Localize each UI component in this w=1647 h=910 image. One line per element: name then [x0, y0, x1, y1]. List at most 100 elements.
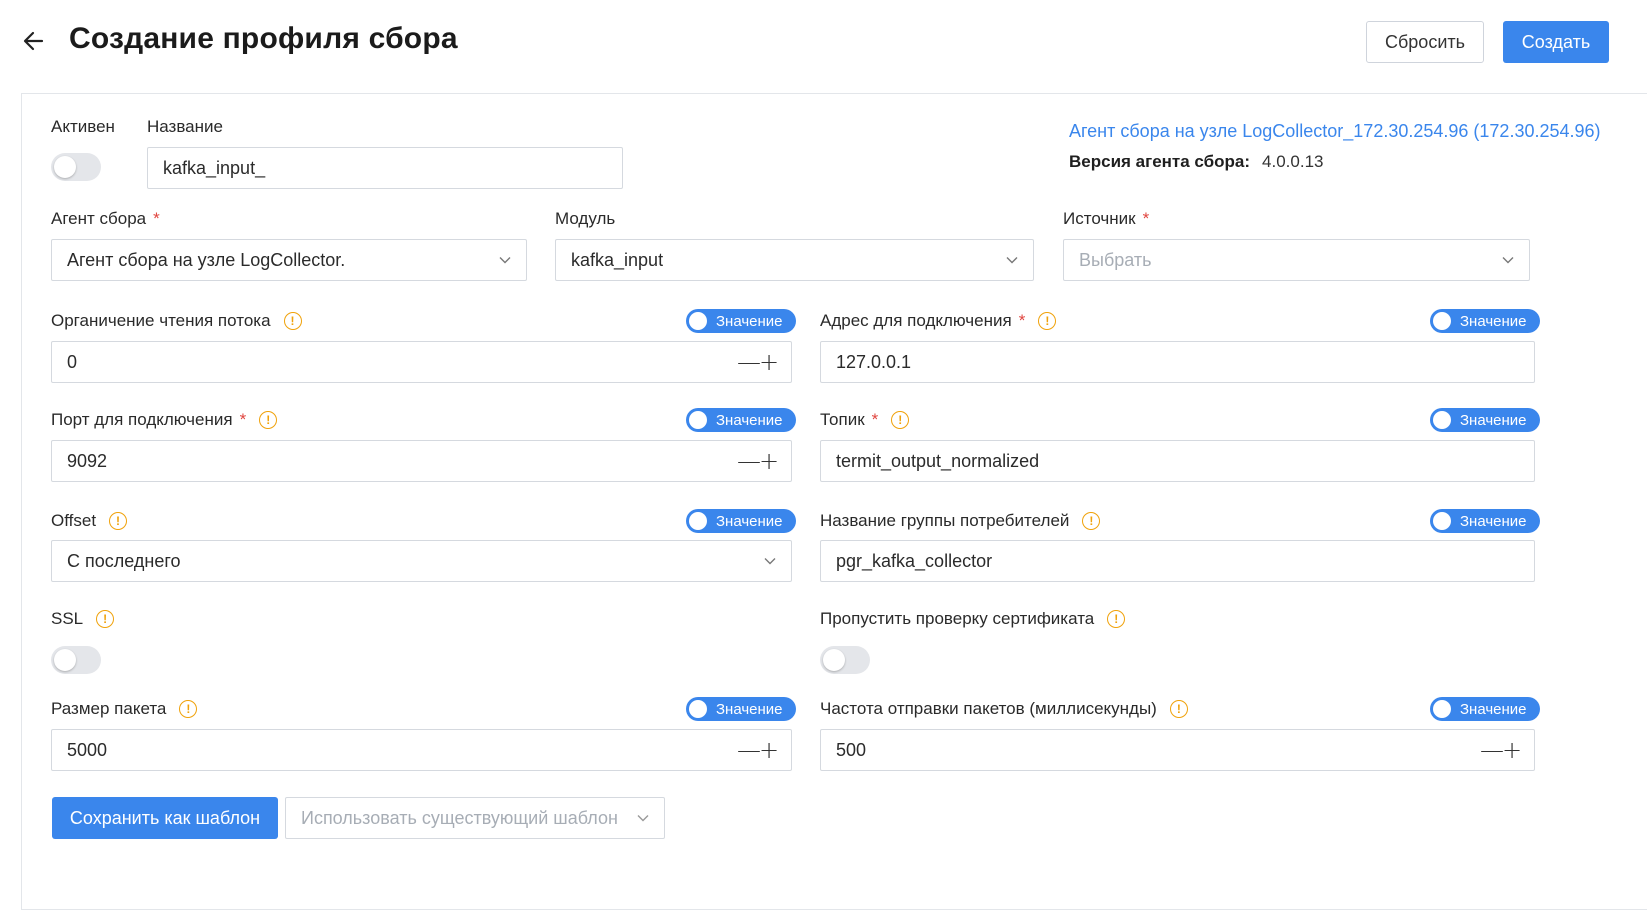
info-icon[interactable]: !	[1082, 512, 1101, 530]
send-freq-value-switch[interactable]: Значение	[1430, 697, 1540, 721]
chevron-down-icon	[1006, 257, 1018, 264]
required-mark: *	[1142, 209, 1150, 228]
module-select-value: kafka_input	[571, 249, 664, 270]
ssl-toggle[interactable]	[51, 646, 101, 674]
value-switch-label: Значение	[1460, 411, 1527, 429]
batch-size-label: Размер пакета!	[51, 699, 198, 719]
agent-version: Версия агента сбора: 4.0.0.13	[1069, 152, 1324, 172]
value-switch-label: Значение	[1460, 512, 1527, 530]
info-icon[interactable]: !	[1038, 312, 1057, 330]
info-icon[interactable]: !	[96, 610, 115, 628]
agent-link[interactable]: Агент сбора на узле LogCollector_172.30.…	[1069, 121, 1601, 142]
decrement-button[interactable]: —	[737, 449, 761, 473]
required-mark: *	[871, 410, 879, 429]
offset-label: Offset!	[51, 511, 128, 531]
back-arrow-icon[interactable]	[20, 27, 48, 55]
send-freq-input[interactable]: 500 — +	[820, 729, 1535, 771]
use-template-select[interactable]: Использовать существующий шаблон	[285, 797, 665, 839]
consumer-group-label: Название группы потребителей!	[820, 511, 1101, 531]
source-label: Источник *	[1063, 209, 1150, 228]
chevron-down-icon	[499, 257, 511, 264]
required-mark: *	[1018, 311, 1026, 330]
module-label: Модуль	[555, 209, 616, 228]
topic-value-switch[interactable]: Значение	[1430, 408, 1540, 432]
use-template-placeholder: Использовать существующий шаблон	[301, 807, 618, 828]
decrement-button[interactable]: —	[737, 350, 761, 374]
offset-select-value: С последнего	[67, 550, 181, 571]
topic-input[interactable]: termit_output_normalized	[820, 440, 1535, 482]
thread-limit-value-switch[interactable]: Значение	[686, 309, 796, 333]
reset-button[interactable]: Сбросить	[1366, 21, 1484, 63]
consumer-group-value-switch[interactable]: Значение	[1430, 509, 1540, 533]
consumer-group-input[interactable]: pgr_kafka_collector	[820, 540, 1535, 582]
value-switch-label: Значение	[716, 411, 783, 429]
port-stepper: — +	[737, 449, 779, 473]
required-mark: *	[239, 410, 247, 429]
value-switch-label: Значение	[716, 312, 783, 330]
thread-limit-value: 0	[67, 351, 78, 372]
increment-button[interactable]: +	[1502, 738, 1522, 762]
name-input-value: kafka_input_	[163, 157, 266, 178]
value-switch-label: Значение	[716, 700, 783, 718]
address-value: 127.0.0.1	[836, 351, 912, 372]
topic-value: termit_output_normalized	[836, 450, 1040, 471]
active-toggle[interactable]	[51, 153, 101, 181]
save-as-template-button[interactable]: Сохранить как шаблон	[52, 797, 278, 839]
send-freq-stepper: — +	[1480, 738, 1522, 762]
skip-cert-label: Пропустить проверку сертификата!	[820, 609, 1126, 629]
value-switch-label: Значение	[1460, 700, 1527, 718]
chevron-down-icon	[1502, 257, 1514, 264]
port-input[interactable]: 9092 — +	[51, 440, 792, 482]
agent-select[interactable]: Агент сбора на узле LogCollector.	[51, 239, 527, 281]
name-input[interactable]: kafka_input_	[147, 147, 623, 189]
decrement-button[interactable]: —	[737, 738, 761, 762]
decrement-button[interactable]: —	[1480, 738, 1504, 762]
thread-limit-input[interactable]: 0 — +	[51, 341, 792, 383]
info-icon[interactable]: !	[1107, 610, 1126, 628]
batch-size-value: 5000	[67, 739, 108, 760]
send-freq-value: 500	[836, 739, 867, 760]
offset-value-switch[interactable]: Значение	[686, 509, 796, 533]
increment-button[interactable]: +	[759, 449, 779, 473]
address-input[interactable]: 127.0.0.1	[820, 341, 1535, 383]
chevron-down-icon	[637, 815, 649, 822]
address-value-switch[interactable]: Значение	[1430, 309, 1540, 333]
info-icon[interactable]: !	[283, 312, 302, 330]
send-freq-label: Частота отправки пакетов (миллисекунды)!	[820, 699, 1188, 719]
skip-cert-toggle[interactable]	[820, 646, 870, 674]
offset-select[interactable]: С последнего	[51, 540, 792, 582]
port-value-switch[interactable]: Значение	[686, 408, 796, 432]
info-icon[interactable]: !	[109, 512, 128, 530]
source-select[interactable]: Выбрать	[1063, 239, 1530, 281]
agent-select-value: Агент сбора на узле LogCollector.	[67, 249, 346, 270]
value-switch-label: Значение	[1460, 312, 1527, 330]
consumer-group-value: pgr_kafka_collector	[836, 550, 993, 571]
ssl-label: SSL!	[51, 609, 115, 629]
info-icon[interactable]: !	[179, 700, 198, 718]
module-select[interactable]: kafka_input	[555, 239, 1034, 281]
batch-size-input[interactable]: 5000 — +	[51, 729, 792, 771]
port-value: 9092	[67, 450, 108, 471]
value-switch-label: Значение	[716, 512, 783, 530]
thread-limit-label: Органичение чтения потока!	[51, 311, 302, 331]
batch-size-stepper: — +	[737, 738, 779, 762]
increment-button[interactable]: +	[759, 350, 779, 374]
info-icon[interactable]: !	[891, 411, 910, 429]
topic-label: Топик *!	[820, 410, 910, 430]
chevron-down-icon	[764, 558, 776, 565]
required-mark: *	[153, 209, 160, 228]
source-select-placeholder: Выбрать	[1079, 249, 1152, 270]
info-icon[interactable]: !	[259, 411, 278, 429]
agent-version-value: 4.0.0.13	[1262, 152, 1324, 171]
increment-button[interactable]: +	[759, 738, 779, 762]
port-label: Порт для подключения *!	[51, 410, 278, 430]
active-label: Активен	[51, 117, 115, 136]
batch-size-value-switch[interactable]: Значение	[686, 697, 796, 721]
page-title: Создание профиля сбора	[69, 22, 458, 55]
create-button[interactable]: Создать	[1503, 21, 1609, 63]
name-label: Название	[147, 117, 223, 136]
profile-form-card: Активен Название kafka_input_ Агент сбор…	[21, 93, 1647, 910]
info-icon[interactable]: !	[1169, 700, 1188, 718]
address-label: Адрес для подключения *!	[820, 311, 1057, 331]
agent-label: Агент сбора *	[51, 209, 160, 228]
